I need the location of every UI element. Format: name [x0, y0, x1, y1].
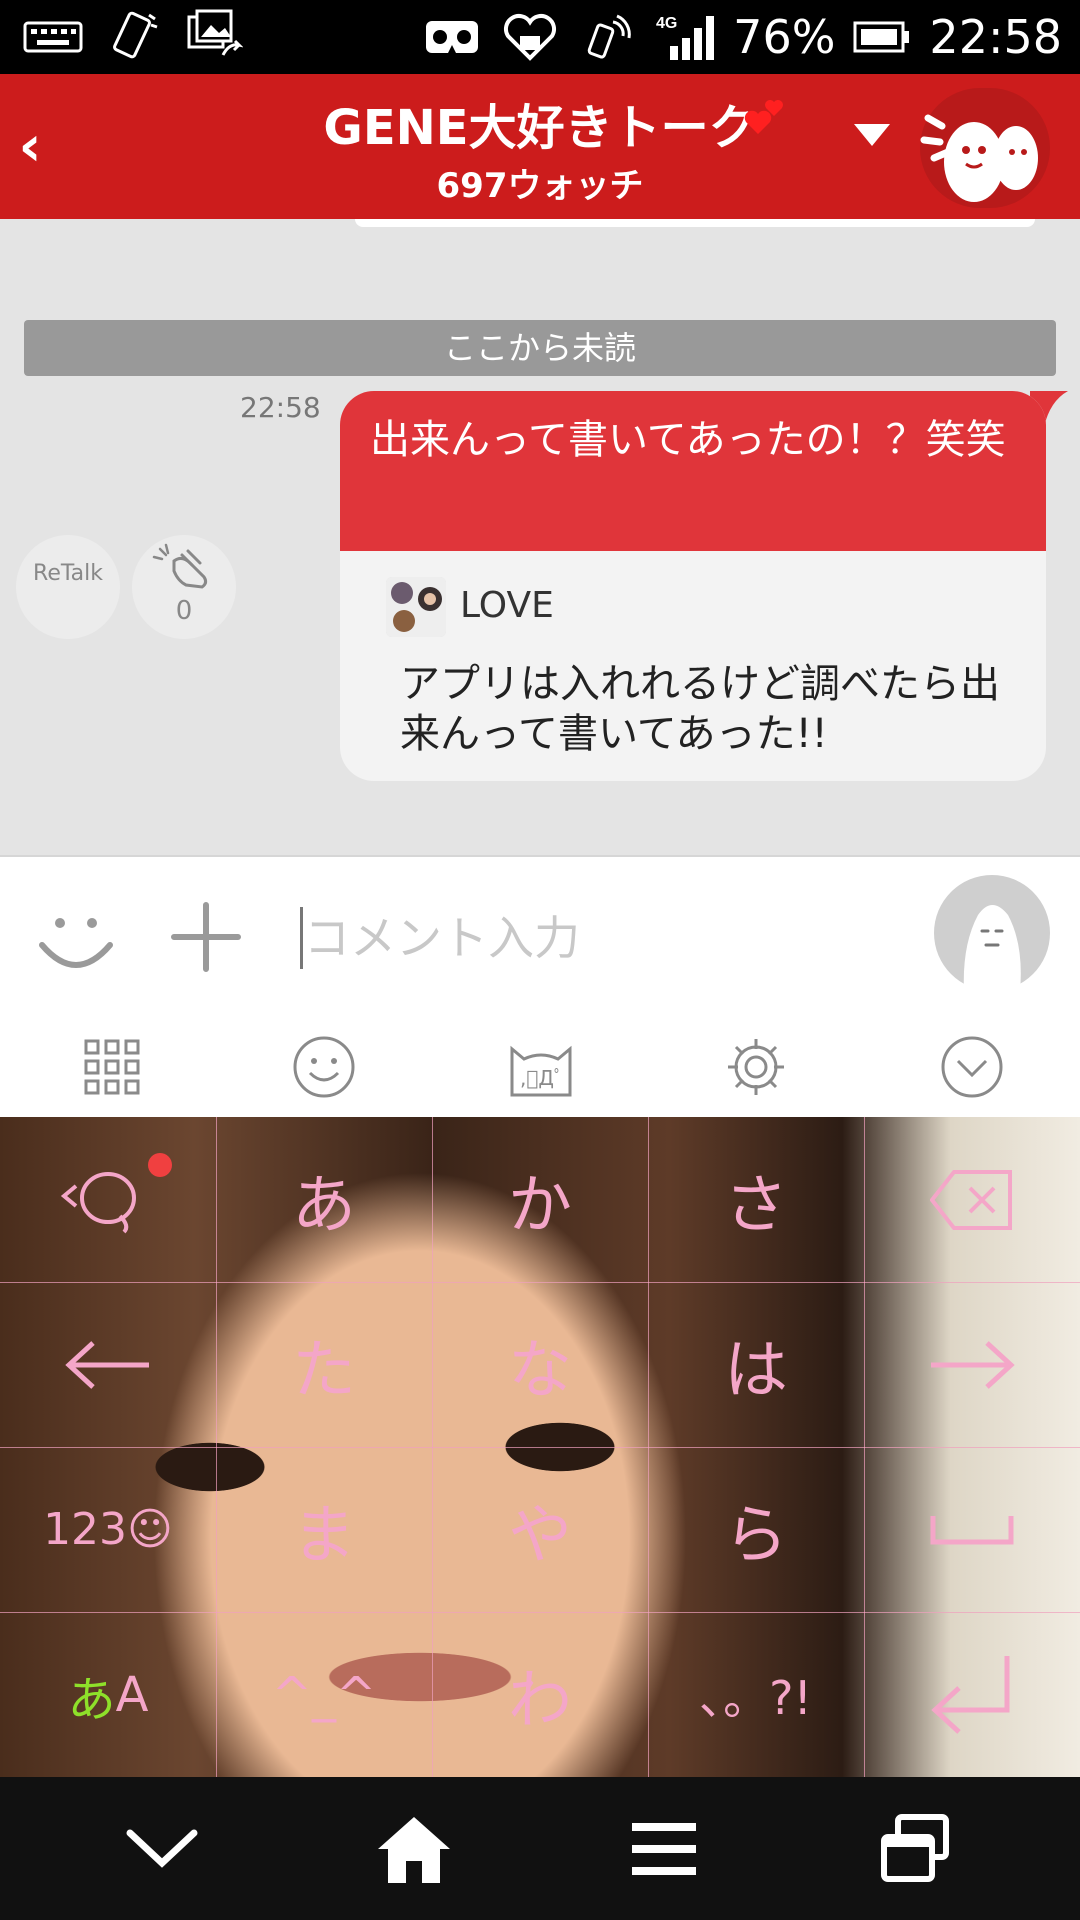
keyboard-toolbar: ,ﾟДﾟ [0, 1013, 1080, 1117]
back-button[interactable]: ‹ [10, 114, 50, 179]
key-wa[interactable]: わ [432, 1612, 649, 1777]
hearts-icon [742, 94, 788, 144]
key-sa[interactable]: さ [648, 1117, 865, 1283]
kaomoji-key[interactable]: ^_^ [216, 1612, 433, 1777]
svg-text:4G: 4G [656, 15, 677, 32]
battery-icon [851, 14, 913, 60]
numbers-emoji-key[interactable]: 123☺ [0, 1447, 217, 1613]
message-bubble[interactable]: 出来んって書いてあったの！？笑笑 LOVE アプリは入れれるけど調べたら出来んっ… [340, 391, 1046, 781]
clap-icon [132, 535, 236, 596]
signal-4g-icon: 4G [655, 14, 717, 60]
vr-icon [421, 14, 483, 60]
key-ra[interactable]: ら [648, 1447, 865, 1613]
message-text: 出来んって書いてあったの！？笑笑 [370, 417, 1006, 463]
menu-icon[interactable] [624, 1813, 704, 1885]
mode-latin-label: A [115, 1666, 149, 1723]
emoji-button[interactable] [36, 901, 116, 985]
status-right-icons: 4G 76% 22:58 [421, 4, 1062, 70]
gallery-share-icon [182, 9, 244, 60]
comment-input[interactable]: コメント入力 [304, 907, 580, 969]
kaomoji-cat-icon[interactable]: ,ﾟДﾟ [506, 1035, 576, 1099]
text-cursor [300, 907, 303, 969]
hide-keyboard-icon[interactable] [122, 1813, 202, 1885]
dropdown-arrow-icon[interactable] [852, 122, 892, 152]
nfc-icon [577, 14, 639, 60]
profile-avatar-button[interactable] [934, 875, 1050, 991]
chat-header: ‹ GENE大好きトーク 697ウォッチ [0, 74, 1080, 219]
unread-divider: ここから未読 [24, 320, 1056, 376]
key-a[interactable]: あ [216, 1117, 433, 1283]
room-title: GENE大好きトーク [323, 100, 757, 156]
keyboard-icon [22, 14, 84, 60]
message-time: 22:58 [240, 391, 321, 424]
previous-message-edge [355, 219, 1035, 227]
emoji-keyboard-icon[interactable] [292, 1035, 356, 1099]
clap-button[interactable]: 0 [132, 535, 236, 639]
home-icon[interactable] [374, 1813, 454, 1885]
grid-menu-icon[interactable] [80, 1035, 144, 1099]
undo-key[interactable] [0, 1117, 217, 1283]
key-ta[interactable]: た [216, 1282, 433, 1448]
key-ha[interactable]: は [648, 1282, 865, 1448]
status-left-icons [22, 9, 244, 64]
phone-vibrate-icon [102, 11, 164, 60]
collapse-keyboard-icon[interactable] [940, 1035, 1004, 1099]
key-ka[interactable]: か [432, 1117, 649, 1283]
heart-notification-icon [499, 14, 561, 61]
watch-count: 697ウォッチ [436, 166, 644, 206]
key-ma[interactable]: ま [216, 1447, 433, 1613]
comment-input-bar: コメント入力 [0, 855, 1080, 1015]
punctuation-key[interactable]: ､。?! [648, 1612, 865, 1777]
quoted-message[interactable]: LOVE アプリは入れれるけど調べたら出来んって書いてあった!! [340, 551, 1046, 781]
quoted-user-name: LOVE [460, 585, 554, 626]
chat-area[interactable]: ここから未読 22:58 ReTalk 0 出来んって書いてあったの！？笑笑 L… [0, 219, 1080, 855]
arrow-left-key[interactable] [0, 1282, 217, 1448]
retalk-button[interactable]: ReTalk [16, 535, 120, 639]
japanese-keyboard: あ か さ た な は 123☺ ま や ら あA ^_^ わ ､。?! [0, 1117, 1080, 1777]
message-text-area: 出来んって書いてあったの！？笑笑 [340, 391, 1046, 551]
arrow-right-key[interactable] [864, 1282, 1080, 1448]
status-bar: 4G 76% 22:58 [0, 0, 1080, 74]
mode-hiragana-label: あ [67, 1671, 116, 1728]
battery-percent: 76% [733, 10, 836, 64]
notification-dot [148, 1153, 172, 1177]
retalk-label: ReTalk [33, 561, 103, 586]
enter-key[interactable] [864, 1612, 1080, 1777]
clock: 22:58 [929, 10, 1062, 64]
add-attachment-button[interactable] [170, 901, 242, 977]
space-key[interactable] [864, 1447, 1080, 1613]
quoted-text: アプリは入れれるけど調べたら出来んって書いてあった!! [400, 661, 1000, 757]
recent-apps-icon[interactable] [876, 1813, 956, 1885]
quoted-user-avatar [386, 577, 446, 637]
backspace-key[interactable] [864, 1117, 1080, 1283]
key-na[interactable]: な [432, 1282, 649, 1448]
svg-text:,ﾟДﾟ: ,ﾟДﾟ [520, 1066, 564, 1090]
mascot-menu-icon[interactable] [920, 88, 1050, 208]
clap-count: 0 [175, 596, 193, 626]
input-mode-key[interactable]: あA [0, 1612, 217, 1777]
settings-gear-icon[interactable] [724, 1035, 788, 1099]
key-ya[interactable]: や [432, 1447, 649, 1613]
system-nav-bar [0, 1777, 1080, 1920]
